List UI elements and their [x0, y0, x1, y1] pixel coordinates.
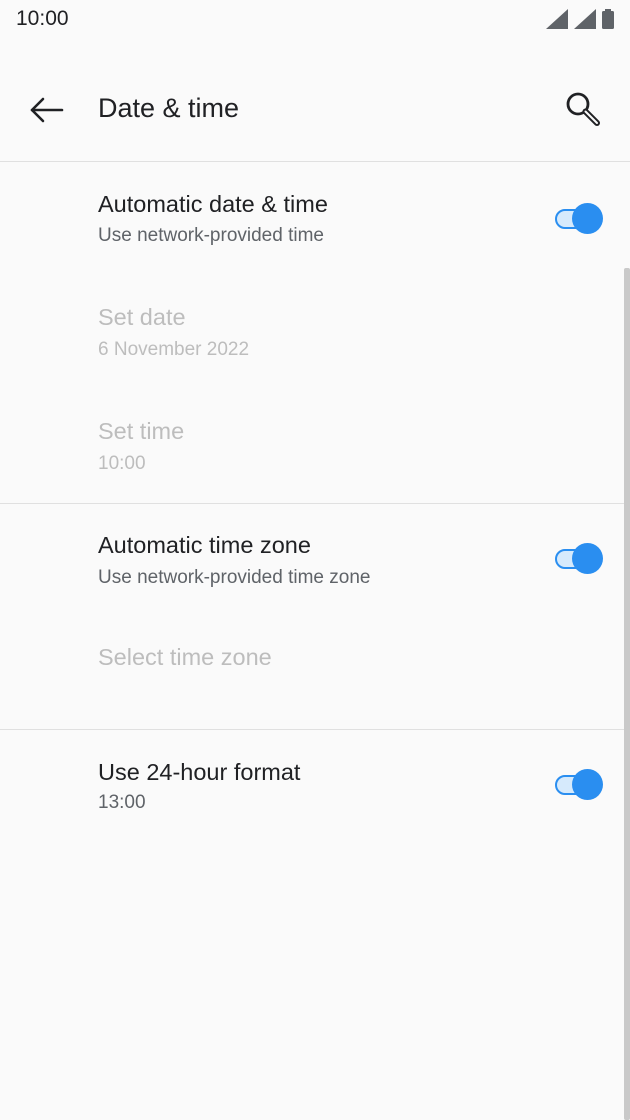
automatic-date-time-title: Automatic date & time: [98, 191, 328, 217]
set-time-row: Set time 10:00: [0, 390, 630, 503]
use-24-hour-format-row[interactable]: Use 24-hour format 13:00: [0, 730, 630, 840]
use-24-hour-format-title: Use 24-hour format: [98, 759, 301, 785]
set-date-title: Set date: [98, 304, 186, 330]
automatic-time-zone-toggle[interactable]: [553, 541, 605, 577]
automatic-time-zone-row[interactable]: Automatic time zone Use network-provided…: [0, 504, 630, 614]
set-time-title: Set time: [98, 418, 185, 444]
set-date-row: Set date 6 November 2022: [0, 276, 630, 390]
back-arrow-icon[interactable]: [26, 90, 66, 130]
scrollbar[interactable]: [624, 268, 630, 1120]
toggle-thumb: [572, 769, 603, 800]
battery-icon: [602, 9, 614, 29]
automatic-date-time-toggle[interactable]: [553, 201, 605, 237]
use-24-hour-format-toggle[interactable]: [553, 767, 605, 803]
toggle-thumb: [572, 203, 603, 234]
app-bar: Date & time: [0, 60, 630, 160]
automatic-time-zone-title: Automatic time zone: [98, 532, 311, 558]
select-time-zone-title: Select time zone: [98, 644, 272, 670]
set-date-value: 6 November 2022: [98, 339, 250, 360]
automatic-date-time-row[interactable]: Automatic date & time Use network-provid…: [0, 162, 630, 276]
status-icons: [546, 9, 614, 29]
status-bar: 10:00: [0, 0, 630, 40]
automatic-time-zone-subtitle: Use network-provided time zone: [98, 567, 371, 588]
set-time-value: 10:00: [98, 453, 146, 474]
select-time-zone-row: Select time zone: [0, 614, 630, 729]
search-icon[interactable]: [562, 88, 604, 130]
status-time: 10:00: [16, 7, 69, 30]
page-title: Date & time: [98, 93, 240, 123]
signal-icon: [546, 9, 568, 29]
use-24-hour-format-example: 13:00: [98, 792, 146, 813]
signal-icon: [574, 9, 596, 29]
automatic-date-time-subtitle: Use network-provided time: [98, 225, 324, 246]
toggle-thumb: [572, 543, 603, 574]
